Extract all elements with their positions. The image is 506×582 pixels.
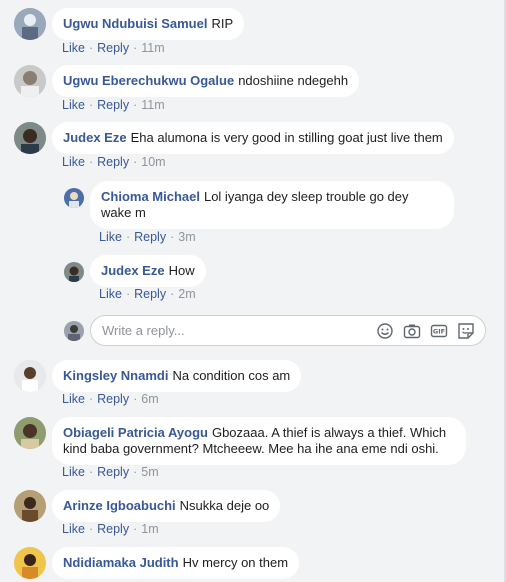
avatar[interactable] [64,188,84,208]
current-user-avatar [64,321,84,341]
timestamp[interactable]: 10m [141,155,165,169]
comment-author[interactable]: Arinze Igboabuchi [63,498,176,513]
comment-author[interactable]: Judex Eze [63,130,127,145]
comment-text: Na condition cos am [172,368,291,383]
comment-author[interactable]: Ugwu Eberechukwu Ogalue [63,73,234,88]
avatar[interactable] [14,360,46,392]
timestamp[interactable]: 3m [178,230,195,244]
comment-actions: Like · Reply · 10m [62,155,166,169]
reply-link[interactable]: Reply [97,155,129,169]
comment-text: ndoshiine ndegehh [238,73,349,88]
reply-link[interactable]: Reply [97,98,129,112]
gif-icon[interactable]: GIF [430,322,448,340]
comment-actions: Like · Reply · 11m [62,41,165,55]
reply-link[interactable]: Reply [134,230,166,244]
comment-bubble: Obiageli Patricia Ayogu Gbozaaa. A thief … [52,417,466,465]
reply-author[interactable]: Chioma Michael [101,189,200,204]
timestamp[interactable]: 6m [141,392,158,406]
reply-bubble: Judex Eze How [90,255,206,287]
avatar[interactable] [14,547,46,579]
comment-bubble: Arinze Igboabuchi Nsukka deje oo [52,490,281,522]
like-link[interactable]: Like [62,522,85,536]
reply-link[interactable]: Reply [97,522,129,536]
comment-text: Eha alumona is very good in stilling goa… [130,130,443,145]
avatar[interactable] [14,65,46,97]
svg-text:GIF: GIF [433,328,445,336]
reply-link[interactable]: Reply [97,392,129,406]
like-link[interactable]: Like [99,230,122,244]
reply-author[interactable]: Judex Eze [101,263,165,278]
avatar[interactable] [64,262,84,282]
reply-text: Lol iyanga dey sleep trouble go dey [203,189,409,204]
avatar[interactable] [14,490,46,522]
like-link[interactable]: Like [62,41,85,55]
like-link[interactable]: Like [99,287,122,301]
avatar[interactable] [14,8,46,40]
emoji-icon[interactable] [376,322,394,340]
like-link[interactable]: Like [62,392,85,406]
comment-actions: Like · Reply · 6m [62,392,159,406]
reply-actions: Like · Reply · 2m [99,287,196,301]
avatar[interactable] [14,417,46,449]
reply-link[interactable]: Reply [97,41,129,55]
comment-author[interactable]: Obiageli Patricia Ayogu [63,425,208,440]
comment-actions: Like · Reply · 11m [62,98,165,112]
camera-icon[interactable] [403,322,421,340]
comment-bubble: Ugwu Eberechukwu Ogalue ndoshiine ndegehh [52,65,360,97]
reply-bubble: Chioma Michael Lol iyanga dey sleep troub… [90,181,454,229]
reply-link[interactable]: Reply [134,287,166,301]
like-link[interactable]: Like [62,155,85,169]
comment-bubble: Kingsley Nnamdi Na condition cos am [52,360,302,392]
comment-bubble: Judex Eze Eha alumona is very good in sti… [52,122,454,154]
timestamp[interactable]: 1m [141,522,158,536]
comment-bubble: Ndidiamaka Judith Hv mercy on them [52,547,300,579]
comment-author[interactable]: Kingsley Nnamdi [63,368,168,383]
comment-author[interactable]: Ndidiamaka Judith [63,555,179,570]
comment-text: Nsukka deje oo [179,498,270,513]
comment-author[interactable]: Ugwu Ndubuisi Samuel [63,16,207,31]
reply-text-continued: wake m [101,205,146,220]
comment-bubble: Ugwu Ndubuisi Samuel RIP [52,8,245,40]
comment-actions: Like · Reply · 5m [62,465,159,479]
comment-text-continued: kind baba government? Mtcheeew. Mee ha i… [63,441,439,456]
comment-text: Gbozaaa. A thief is always a thief. Whic… [211,425,447,440]
comment-text: RIP [211,16,234,31]
reply-link[interactable]: Reply [97,465,129,479]
reply-actions: Like · Reply · 3m [99,230,196,244]
reply-input[interactable]: Write a reply... GIF [90,315,486,346]
reply-placeholder: Write a reply... [102,323,185,338]
like-link[interactable]: Like [62,465,85,479]
timestamp[interactable]: 11m [141,41,164,55]
timestamp[interactable]: 11m [141,98,164,112]
reply-text: How [168,263,195,278]
like-link[interactable]: Like [62,98,85,112]
sticker-icon[interactable] [457,322,475,340]
comment-actions: Like · Reply · 1m [62,522,159,536]
timestamp[interactable]: 5m [141,465,158,479]
timestamp[interactable]: 2m [178,287,195,301]
comment-text: Hv mercy on them [182,555,289,570]
avatar[interactable] [14,122,46,154]
